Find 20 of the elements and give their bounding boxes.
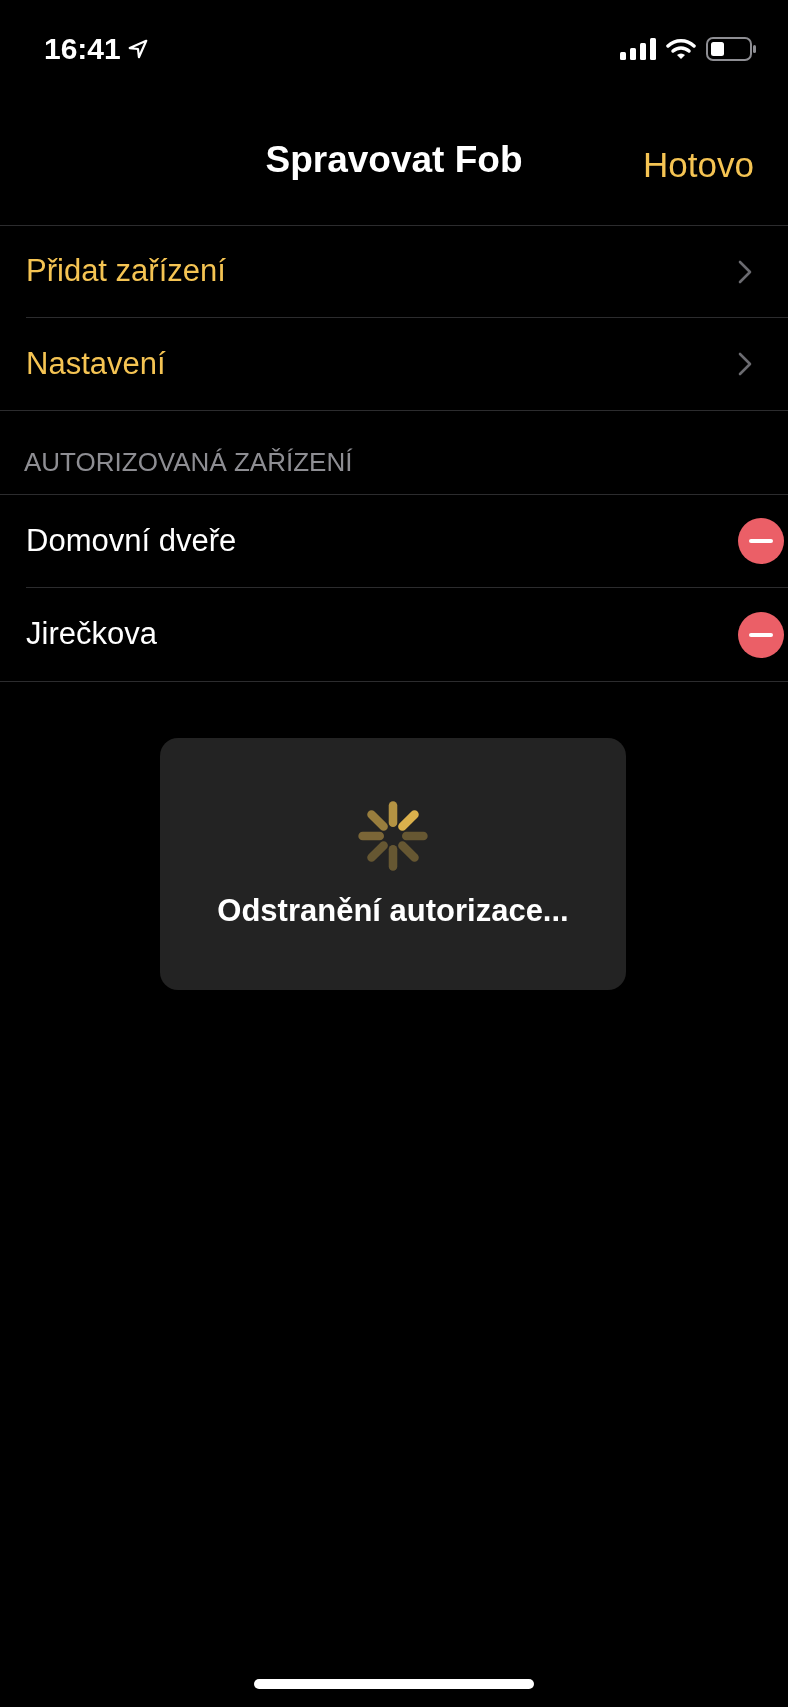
chevron-right-icon — [738, 352, 752, 376]
signal-icon — [620, 37, 656, 60]
done-button[interactable]: Hotovo — [643, 139, 754, 192]
remove-button[interactable] — [738, 518, 784, 564]
hud-message: Odstranění autorizace... — [217, 892, 569, 930]
wifi-icon — [666, 37, 696, 60]
menu-row[interactable]: Nastavení — [26, 318, 788, 410]
remove-button[interactable] — [738, 611, 784, 658]
status-time: 16:41 — [44, 31, 121, 67]
battery-icon — [706, 36, 756, 61]
location-arrow-icon — [126, 37, 149, 60]
minus-icon — [749, 632, 773, 637]
device-name: Jirečkova — [26, 615, 157, 654]
minus-icon — [749, 539, 773, 543]
nav-title: Spravovat Fob — [265, 138, 523, 183]
chevron-right-icon — [738, 259, 752, 284]
section-header: AUTORIZOVANÁ ZAŘÍZENÍ — [24, 446, 353, 479]
device-name: Domovní dveře — [26, 521, 237, 560]
menu-row[interactable]: Přidat zařízení — [26, 226, 788, 318]
loading-spinner-icon — [355, 798, 431, 874]
